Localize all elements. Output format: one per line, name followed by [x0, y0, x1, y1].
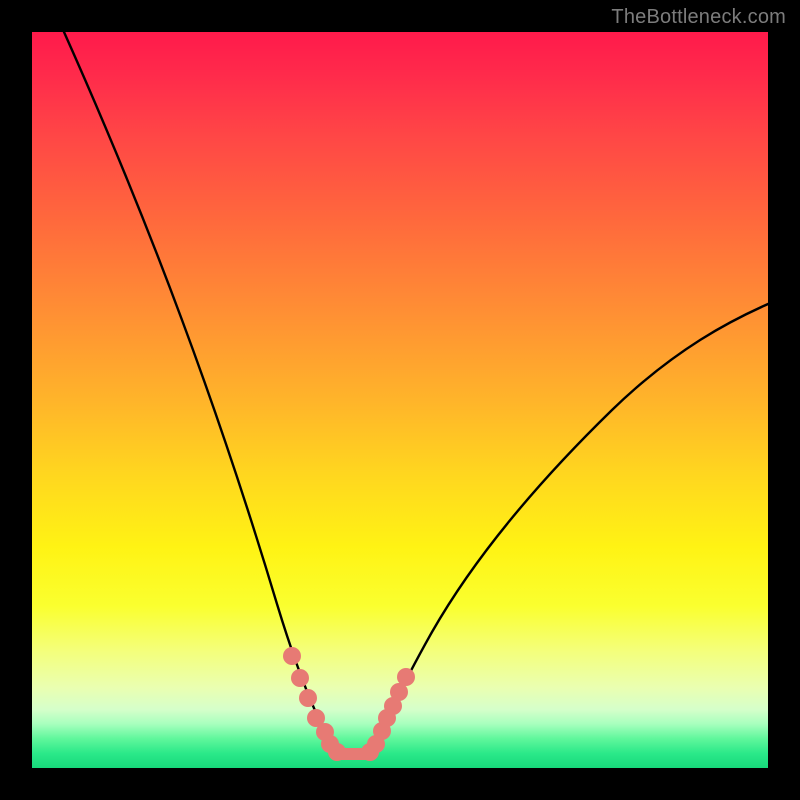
marker-floor-bar: [330, 748, 374, 760]
marker-right-cluster: [361, 668, 415, 761]
marker-left-cluster: [283, 647, 346, 761]
curve-left-branch: [64, 32, 325, 732]
bottleneck-curve-svg: [32, 32, 768, 768]
watermark-text: TheBottleneck.com: [611, 6, 786, 29]
plot-area: [32, 32, 768, 768]
curve-right-branch: [380, 304, 768, 732]
chart-frame: TheBottleneck.com: [0, 0, 800, 800]
